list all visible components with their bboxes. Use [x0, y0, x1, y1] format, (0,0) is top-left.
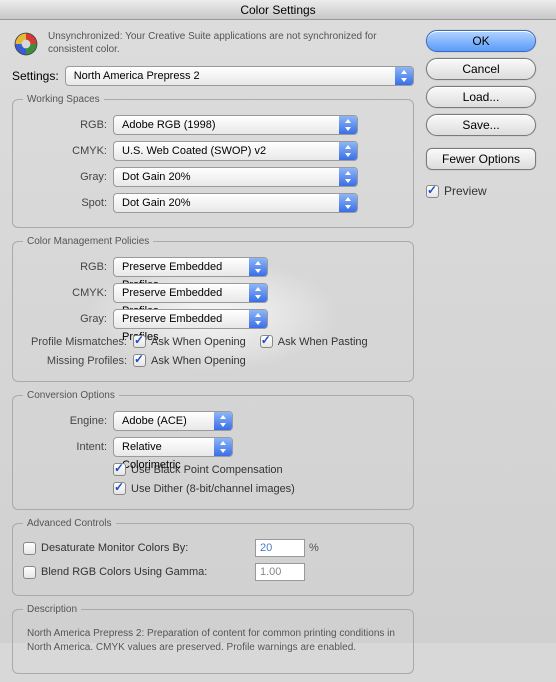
desaturate-unit: %: [309, 542, 319, 554]
desaturate-input[interactable]: [255, 539, 305, 557]
load-button[interactable]: Load...: [426, 86, 536, 108]
pol-rgb-popup[interactable]: Preserve Embedded Profiles: [113, 257, 268, 277]
intent-popup[interactable]: Relative Colorimetric: [113, 437, 233, 457]
fewer-options-button[interactable]: Fewer Options: [426, 148, 536, 170]
ws-rgb-popup[interactable]: Adobe RGB (1998): [113, 115, 358, 135]
desaturate-checkbox[interactable]: Desaturate Monitor Colors By:: [23, 542, 241, 555]
mismatch-paste-checkbox[interactable]: Ask When Pasting: [260, 335, 368, 348]
policies-highlight: RGB: Preserve Embedded Profiles CMYK: Pr…: [19, 253, 407, 377]
left-column: Unsynchronized: Your Creative Suite appl…: [12, 30, 414, 682]
ws-gray-popup[interactable]: Dot Gain 20%: [113, 167, 358, 187]
cancel-button[interactable]: Cancel: [426, 58, 536, 80]
description-group: Description North America Prepress 2: Pr…: [12, 604, 414, 674]
mismatch-label: Profile Mismatches:: [23, 336, 133, 348]
intent-label: Intent:: [23, 441, 113, 453]
description-legend: Description: [23, 604, 81, 615]
pol-gray-label: Gray:: [23, 313, 113, 325]
sync-status-text: Unsynchronized: Your Creative Suite appl…: [48, 30, 414, 56]
right-column: OK Cancel Load... Save... Fewer Options …: [426, 30, 544, 201]
pol-cmyk-label: CMYK:: [23, 287, 113, 299]
engine-popup[interactable]: Adobe (ACE): [113, 411, 233, 431]
ws-spot-label: Spot:: [23, 197, 113, 209]
ws-gray-label: Gray:: [23, 171, 113, 183]
ws-rgb-label: RGB:: [23, 119, 113, 131]
window-body: Unsynchronized: Your Creative Suite appl…: [0, 20, 556, 643]
settings-label: Settings:: [12, 69, 59, 83]
ws-cmyk-popup[interactable]: U.S. Web Coated (SWOP) v2: [113, 141, 358, 161]
blend-gamma-input[interactable]: [255, 563, 305, 581]
engine-label: Engine:: [23, 415, 113, 427]
ws-spot-popup[interactable]: Dot Gain 20%: [113, 193, 358, 213]
window-title: Color Settings: [0, 0, 556, 20]
advanced-legend: Advanced Controls: [23, 518, 116, 529]
sync-status-row: Unsynchronized: Your Creative Suite appl…: [12, 30, 414, 58]
pol-gray-popup[interactable]: Preserve Embedded Profiles: [113, 309, 268, 329]
color-management-policies-group: Color Management Policies RGB: Preserve …: [12, 236, 414, 382]
dither-checkbox[interactable]: Use Dither (8-bit/channel images): [113, 482, 295, 495]
pol-cmyk-popup[interactable]: Preserve Embedded Profiles: [113, 283, 268, 303]
settings-popup[interactable]: North America Prepress 2: [65, 66, 414, 86]
conversion-legend: Conversion Options: [23, 390, 119, 401]
working-spaces-legend: Working Spaces: [23, 94, 104, 105]
policies-legend: Color Management Policies: [23, 236, 153, 247]
preview-checkbox[interactable]: Preview: [426, 184, 487, 198]
settings-row: Settings: North America Prepress 2: [12, 66, 414, 86]
blend-gamma-checkbox[interactable]: Blend RGB Colors Using Gamma:: [23, 566, 241, 579]
conversion-options-group: Conversion Options Engine: Adobe (ACE) I…: [12, 390, 414, 510]
description-text: North America Prepress 2: Preparation of…: [23, 625, 403, 656]
missing-open-checkbox[interactable]: Ask When Opening: [133, 354, 246, 367]
pol-rgb-label: RGB:: [23, 261, 113, 273]
ws-cmyk-label: CMYK:: [23, 145, 113, 157]
working-spaces-group: Working Spaces RGB: Adobe RGB (1998) CMY…: [12, 94, 414, 228]
ok-button[interactable]: OK: [426, 30, 536, 52]
save-button[interactable]: Save...: [426, 114, 536, 136]
color-settings-icon: [12, 30, 40, 58]
advanced-controls-group: Advanced Controls Desaturate Monitor Col…: [12, 518, 414, 596]
missing-label: Missing Profiles:: [23, 355, 133, 367]
